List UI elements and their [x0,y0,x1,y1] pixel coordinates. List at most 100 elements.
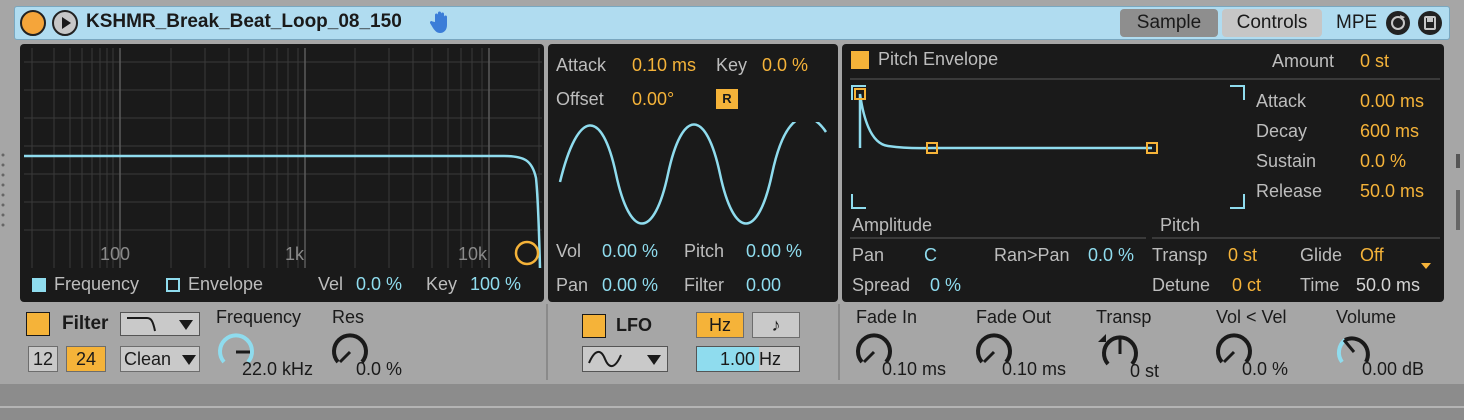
vol-vel-value: 0.0 % [1242,359,1289,379]
filter-key-value[interactable]: 100 % [470,274,521,295]
amp-pan-label: Pan [852,245,885,265]
filter-response-graph[interactable] [24,48,542,268]
pitch-envelope-graph[interactable] [848,82,1248,212]
detune-value[interactable]: 0 ct [1232,275,1261,296]
pitch-transp-label: Transp [1152,245,1208,265]
filter-circuit-dropdown[interactable]: Clean [120,346,200,372]
lfo-rate-number: 1.00 [697,347,759,371]
pitch-release-value[interactable]: 50.0 ms [1360,181,1424,202]
lfo-sync-button[interactable]: ♪ [752,312,800,338]
lfo-offset-label: Offset [556,89,604,109]
slope-12-button[interactable]: 12 [28,346,58,372]
filter-type-dropdown[interactable] [120,312,200,336]
lfo-filter-value[interactable]: 0.00 [746,275,781,296]
pitch-amount-label: Amount [1272,51,1335,71]
frequency-mode-checkbox[interactable] [32,278,46,292]
pitch-envelope-toggle[interactable] [850,50,870,70]
lfo-retrigger-button[interactable]: R [716,89,738,109]
control-strip-divider [546,304,548,380]
amp-spread-value[interactable]: 0 % [930,275,961,296]
resize-grip-left[interactable] [0,150,6,240]
pitch-sustain-label: Sustain [1256,151,1317,171]
tab-controls[interactable]: Controls [1222,9,1322,37]
lfo-vol-value[interactable]: 0.00 % [602,241,658,262]
res-value: 0.0 % [356,359,403,379]
control-strip-divider [838,304,840,380]
pitch-transp-value[interactable]: 0 st [1228,245,1257,266]
lfo-pan-label: Pan [556,275,589,295]
divider [1152,237,1440,239]
pitch-attack-value[interactable]: 0.00 ms [1360,91,1424,112]
filter-toggle[interactable] [26,312,50,336]
filter-frequency-label: Frequency [216,307,302,327]
lfo-waveform-dropdown[interactable] [582,346,668,372]
fade-out-value: 0.10 ms [1002,359,1067,379]
transp-label: Transp [1096,307,1152,327]
pitch-sustain-value[interactable]: 0.0 % [1360,151,1406,172]
lfo-hz-button[interactable]: Hz [696,312,744,338]
volume-label: Volume [1336,307,1397,327]
res-label: Res [332,307,365,327]
mpe-toggle[interactable]: MPE [1336,12,1377,34]
filter-vel-value[interactable]: 0.0 % [356,274,402,295]
pitch-release-label: Release [1256,181,1323,201]
glide-time-label: Time [1300,275,1340,295]
lfo-label: LFO [616,315,652,335]
lfo-filter-label: Filter [684,275,724,295]
hot-swap-icon[interactable] [1418,11,1442,35]
fade-in-value: 0.10 ms [882,359,947,379]
pitch-section-title: Pitch [1160,215,1201,235]
lfo-key-value[interactable]: 0.0 % [762,55,808,76]
lfo-attack-value[interactable]: 0.10 ms [632,55,696,76]
fade-in-label: Fade In [856,307,918,327]
envelope-mode-checkbox[interactable] [166,278,180,292]
lfo-key-label: Key [716,55,748,75]
amplitude-title: Amplitude [852,215,933,235]
lfo-waveform [558,122,828,225]
fade-out-label: Fade Out [976,307,1052,327]
pitch-envelope-title: Pitch Envelope [878,49,999,69]
envelope-mode-label: Envelope [188,274,264,294]
lfo-pitch-value[interactable]: 0.00 % [746,241,802,262]
filter-vel-label: Vel [318,274,344,294]
lfo-offset-value[interactable]: 0.00° [632,89,674,110]
lfo-pan-value[interactable]: 0.00 % [602,275,658,296]
frequency-mode-label: Frequency [54,274,140,294]
filter-key-label: Key [426,274,458,294]
hand-icon[interactable] [429,10,452,34]
save-preset-icon[interactable] [1386,11,1410,35]
lfo-pitch-label: Pitch [684,241,725,261]
freq-tick-1k: 1k [285,244,305,264]
tab-sample[interactable]: Sample [1120,9,1218,37]
glide-mode-dropdown[interactable]: Off [1360,245,1384,266]
lfo-vol-label: Vol [556,241,582,261]
detune-label: Detune [1152,275,1211,295]
lfo-rate-field[interactable]: 1.00 Hz [696,346,800,372]
pitch-decay-value[interactable]: 600 ms [1360,121,1419,142]
transp-value: 0 st [1130,361,1160,381]
freq-tick-100: 100 [100,244,131,264]
amp-ranpan-value[interactable]: 0.0 % [1088,245,1134,266]
volume-value: 0.00 dB [1362,359,1425,379]
filter-label: Filter [62,313,109,334]
amp-pan-value[interactable]: C [924,245,937,266]
pitch-decay-label: Decay [1256,121,1308,141]
pitch-amount-value[interactable]: 0 st [1360,51,1389,72]
clip-name: KSHMR_Break_Beat_Loop_08_150 [86,11,402,32]
divider [850,237,1146,239]
pitch-attack-label: Attack [1256,91,1307,111]
amp-spread-label: Spread [852,275,911,295]
resize-grip-right[interactable] [1454,150,1462,240]
filter-frequency-value: 22.0 kHz [242,359,314,379]
vol-vel-label: Vol < Vel [1216,307,1287,327]
preview-play-button[interactable] [52,10,78,36]
amp-ranpan-label: Ran>Pan [994,245,1070,265]
chevron-down-icon[interactable] [1420,254,1432,269]
glide-time-value[interactable]: 50.0 ms [1356,275,1420,296]
freq-tick-10k: 10k [458,244,488,264]
lfo-toggle[interactable] [582,314,606,338]
lfo-rate-unit: Hz [759,349,781,369]
device-on-toggle[interactable] [20,10,46,36]
filter-circuit-value: Clean [124,349,172,369]
slope-24-button[interactable]: 24 [66,346,106,372]
